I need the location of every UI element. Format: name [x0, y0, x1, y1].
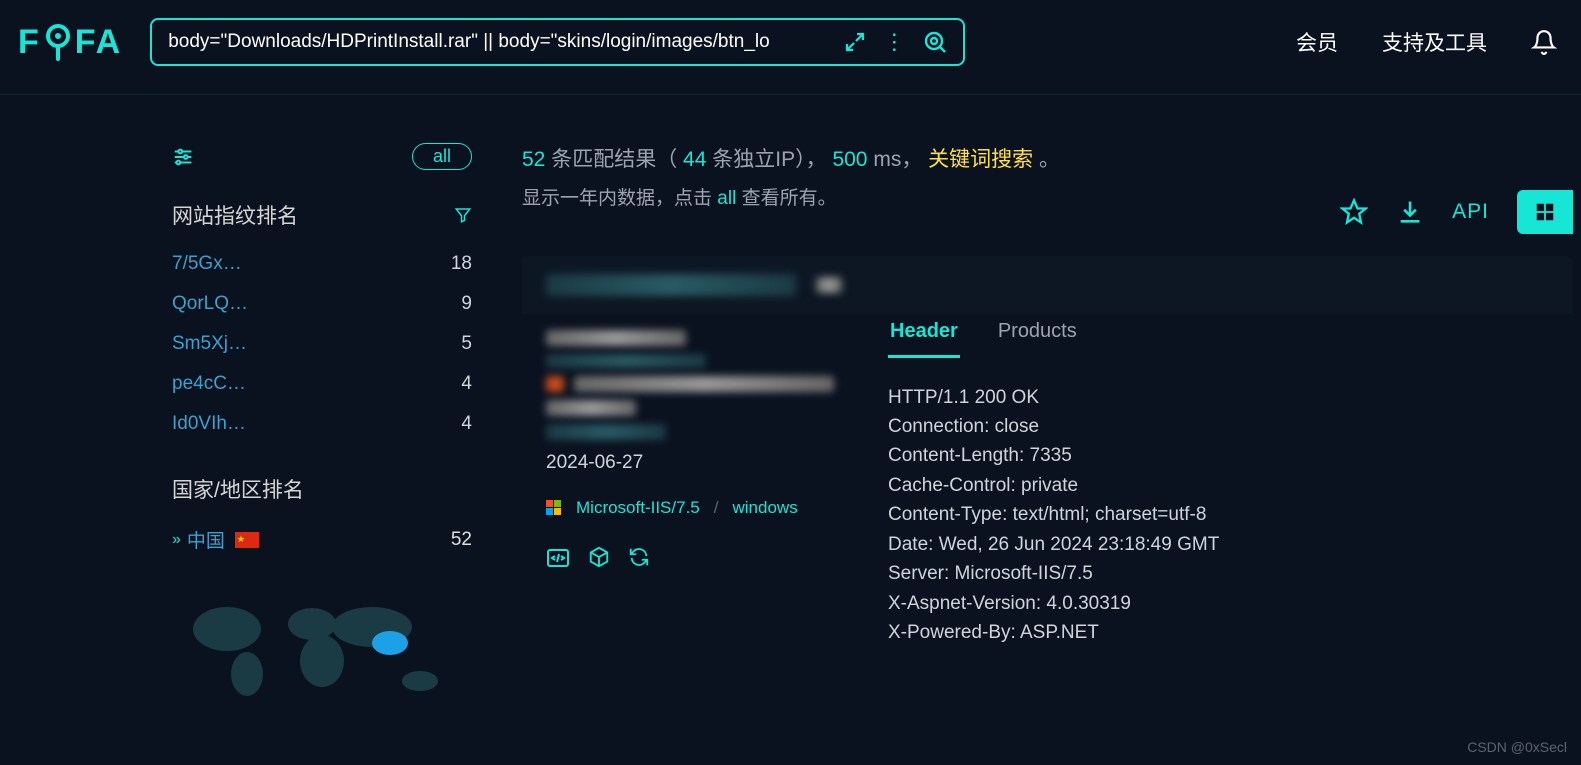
logo-text-post: FA: [75, 23, 122, 62]
search-actions: ⋮: [845, 30, 947, 54]
show-all-link[interactable]: all: [717, 188, 736, 209]
logo-mark-icon: [43, 23, 73, 61]
nav-member[interactable]: 会员: [1296, 27, 1338, 57]
main-area: all 网站指纹排名 7/5Gx… 18 QorLQ… 9 Sm5Xj… 5 p…: [0, 94, 1581, 714]
star-icon[interactable]: [1340, 198, 1368, 226]
search-container: ⋮: [150, 18, 965, 66]
result-ip-count: 44: [683, 148, 706, 171]
kebab-menu-icon[interactable]: ⋮: [883, 31, 905, 53]
top-bar: F FA ⋮ 会员 支持及工具: [0, 0, 1581, 94]
code-icon[interactable]: [546, 546, 570, 570]
section-fingerprint-title: 网站指纹排名: [172, 200, 472, 230]
api-link[interactable]: API: [1452, 200, 1489, 224]
result-toolbar: API: [1340, 190, 1573, 234]
fingerprint-rank-row[interactable]: QorLQ… 9: [172, 284, 472, 324]
result-date: 2024-06-27: [546, 452, 852, 474]
expand-icon[interactable]: [845, 32, 865, 52]
watermark: CSDN @0xSecl: [1467, 739, 1567, 755]
nav-links: 会员 支持及工具: [1296, 27, 1557, 57]
country-rank-row[interactable]: » 中国 52: [172, 518, 472, 561]
nav-support[interactable]: 支持及工具: [1382, 27, 1487, 57]
tab-header[interactable]: Header: [888, 314, 960, 358]
result-total: 52: [522, 148, 545, 171]
section-country-title: 国家/地区排名: [172, 474, 472, 504]
chevron-double-right-icon: »: [172, 531, 177, 549]
redacted-line: [574, 376, 834, 392]
download-icon[interactable]: [1396, 198, 1424, 226]
result-action-icons: [546, 546, 852, 570]
redacted-icon: [546, 376, 564, 392]
flag-cn-icon: [235, 532, 259, 548]
grid-view-button[interactable]: [1517, 190, 1573, 234]
tag-separator: /: [714, 498, 719, 518]
rank-count: 18: [451, 253, 472, 275]
country-count: 52: [451, 529, 472, 551]
result-title-bar: [522, 256, 1573, 314]
fingerprint-rank-row[interactable]: pe4cC… 4: [172, 364, 472, 404]
result-summary: 52 条匹配结果（ 44 条独立IP）， 500 ms， 关键词搜索 。: [522, 143, 1573, 177]
settings-sliders-icon[interactable]: [172, 146, 194, 168]
rank-name: 7/5Gx…: [172, 253, 242, 275]
os-tag[interactable]: windows: [733, 498, 798, 518]
redacted-line: [546, 424, 666, 440]
search-input[interactable]: [168, 31, 833, 53]
fingerprint-rank-row[interactable]: Id0VIh… 4: [172, 404, 472, 444]
refresh-icon[interactable]: [628, 546, 650, 568]
http-headers: HTTP/1.1 200 OK Connection: close Conten…: [888, 383, 1573, 648]
redacted-line: [546, 354, 706, 368]
tab-products[interactable]: Products: [996, 314, 1079, 358]
microsoft-icon: [546, 500, 562, 516]
fingerprint-rank-row[interactable]: 7/5Gx… 18: [172, 244, 472, 284]
result-ms: 500: [832, 148, 867, 171]
detail-tabs: Header Products: [888, 314, 1573, 359]
content: 52 条匹配结果（ 44 条独立IP）， 500 ms， 关键词搜索 。 显示一…: [522, 143, 1581, 714]
search-icon[interactable]: [923, 30, 947, 54]
tag-row: Microsoft-IIS/7.5 / windows: [546, 498, 852, 518]
logo[interactable]: F FA: [18, 23, 122, 62]
bell-icon[interactable]: [1531, 29, 1557, 55]
cube-icon[interactable]: [588, 546, 610, 568]
country-name: 中国: [187, 526, 225, 553]
logo-text-pre: F: [18, 23, 41, 62]
fingerprint-rank-row[interactable]: Sm5Xj… 5: [172, 324, 472, 364]
filter-all-pill[interactable]: all: [412, 143, 472, 170]
result-detail: Header Products HTTP/1.1 200 OK Connecti…: [888, 314, 1573, 648]
keyword-search-link[interactable]: 关键词搜索: [928, 148, 1033, 171]
iis-tag[interactable]: Microsoft-IIS/7.5: [576, 498, 700, 518]
funnel-icon[interactable]: [454, 206, 472, 224]
redacted-title: [546, 274, 796, 296]
redacted-line: [546, 330, 686, 346]
world-map: [172, 589, 472, 714]
redacted-line: [546, 400, 636, 416]
result-meta: 2024-06-27 Microsoft-IIS/7.5 / windows: [522, 314, 852, 648]
redacted-badge: [816, 277, 842, 293]
sidebar: all 网站指纹排名 7/5Gx… 18 QorLQ… 9 Sm5Xj… 5 p…: [172, 143, 472, 714]
